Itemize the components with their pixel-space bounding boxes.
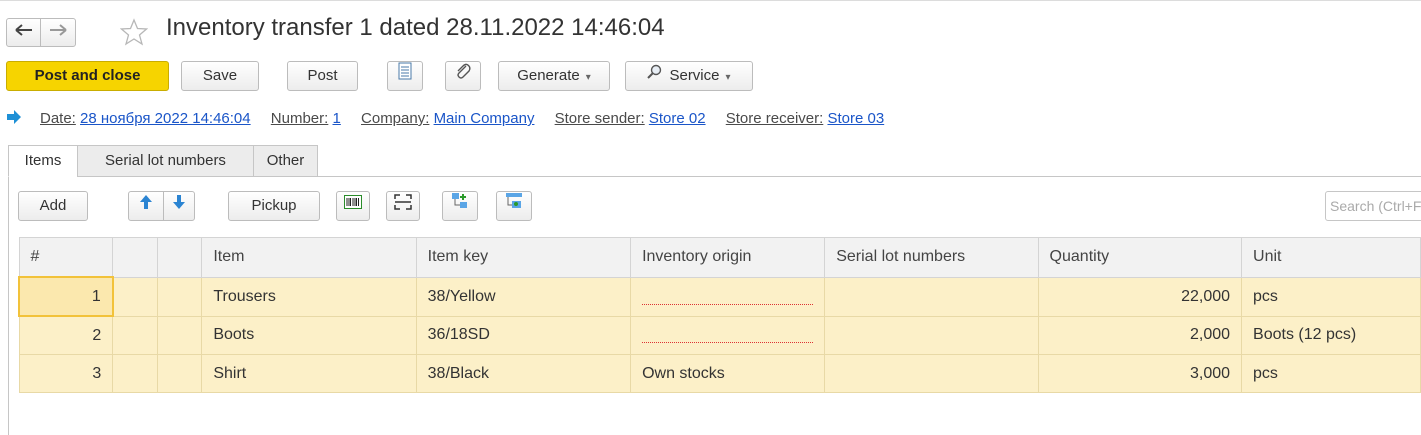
- chevron-down-icon: ▾: [585, 72, 591, 83]
- table-cell[interactable]: [156, 354, 203, 393]
- number-field[interactable]: Number: 1: [271, 110, 341, 127]
- scan-button[interactable]: [386, 191, 420, 221]
- table-header-row: # Item Item key Inventory origin Serial …: [18, 237, 1421, 278]
- table-cell[interactable]: [156, 276, 203, 317]
- barcode-icon: [344, 192, 362, 220]
- tree-view-button[interactable]: [496, 191, 532, 221]
- store-sender-field[interactable]: Store sender: Store 02: [555, 110, 706, 127]
- scan-frame-icon: [394, 192, 412, 220]
- top-border: [0, 0, 1421, 1]
- table-row[interactable]: 2 Boots 36/18SD 2,000 Boots (12 pcs): [18, 315, 1421, 355]
- arrow-right-icon: [49, 19, 67, 47]
- structure-icon: [505, 192, 523, 220]
- tab-other[interactable]: Other: [253, 145, 318, 177]
- column-header[interactable]: Quantity: [1037, 237, 1243, 278]
- store-receiver-field[interactable]: Store receiver: Store 03: [726, 110, 884, 127]
- paperclip-icon: [454, 62, 472, 90]
- attach-button[interactable]: [445, 61, 481, 91]
- tree-add-button[interactable]: [442, 191, 478, 221]
- tab-serial-lot-numbers[interactable]: Serial lot numbers: [77, 145, 254, 177]
- column-header[interactable]: Item key: [415, 237, 632, 278]
- service-button[interactable]: Service ▾: [625, 61, 753, 91]
- quantity-cell[interactable]: 22,000: [1037, 276, 1243, 317]
- unit-cell[interactable]: pcs: [1241, 354, 1421, 393]
- serial-lot-numbers-cell[interactable]: [824, 276, 1039, 317]
- generate-label: Generate: [517, 67, 580, 84]
- move-down-button[interactable]: [163, 191, 195, 221]
- add-button[interactable]: Add: [18, 191, 88, 221]
- column-header[interactable]: Item: [201, 237, 417, 278]
- search-icon: [647, 62, 663, 90]
- date-field[interactable]: Date: 28 ноября 2022 14:46:04: [40, 110, 251, 127]
- quantity-cell[interactable]: 2,000: [1037, 315, 1243, 355]
- pickup-button[interactable]: Pickup: [228, 191, 320, 221]
- table-cell[interactable]: [112, 315, 158, 355]
- row-number-cell[interactable]: 3: [18, 354, 114, 393]
- serial-lot-numbers-cell[interactable]: [824, 315, 1039, 355]
- column-header[interactable]: [112, 237, 158, 278]
- column-header[interactable]: #: [18, 237, 114, 278]
- chevron-down-icon: ▾: [725, 72, 731, 83]
- header-fields: Date: 28 ноября 2022 14:46:04 Number: 1 …: [40, 110, 900, 127]
- column-header[interactable]: Serial lot numbers: [824, 237, 1039, 278]
- structure-add-icon: [451, 192, 469, 220]
- item-key-cell[interactable]: 38/Black: [415, 354, 632, 393]
- post-button[interactable]: Post: [287, 61, 358, 91]
- quantity-cell[interactable]: 3,000: [1037, 354, 1243, 393]
- column-header[interactable]: Unit: [1241, 237, 1421, 278]
- item-cell[interactable]: Shirt: [201, 354, 417, 393]
- table-cell[interactable]: [112, 276, 158, 317]
- report-button[interactable]: [387, 61, 423, 91]
- required-field-marker: [642, 303, 814, 305]
- required-field-marker: [642, 341, 814, 344]
- move-up-button[interactable]: [128, 191, 164, 221]
- items-table: # Item Item key Inventory origin Serial …: [18, 237, 1421, 393]
- page-title: Inventory transfer 1 dated 28.11.2022 14…: [166, 14, 665, 41]
- table-row[interactable]: 1 Trousers 38/Yellow 22,000 pcs: [18, 276, 1421, 317]
- serial-lot-numbers-cell[interactable]: [824, 354, 1039, 393]
- row-number-cell[interactable]: 1: [18, 276, 114, 317]
- company-field[interactable]: Company: Main Company: [361, 110, 534, 127]
- row-number-cell[interactable]: 2: [18, 315, 114, 355]
- unit-cell[interactable]: pcs: [1241, 276, 1421, 317]
- search-input[interactable]: Search (Ctrl+F): [1325, 191, 1421, 221]
- post-and-close-button[interactable]: Post and close: [6, 61, 169, 91]
- header-arrow-icon[interactable]: [6, 109, 22, 125]
- arrow-down-icon: [172, 192, 186, 220]
- table-cell[interactable]: [112, 354, 158, 393]
- service-label: Service: [669, 67, 720, 84]
- tab-items[interactable]: Items: [8, 145, 78, 177]
- inventory-origin-cell[interactable]: [630, 315, 826, 355]
- item-key-cell[interactable]: 36/18SD: [415, 315, 632, 355]
- arrow-up-icon: [139, 192, 153, 220]
- table-cell[interactable]: [156, 315, 203, 355]
- forward-button[interactable]: [40, 18, 76, 47]
- item-key-cell[interactable]: 38/Yellow: [415, 276, 632, 317]
- favorite-star-icon[interactable]: [119, 18, 149, 46]
- unit-cell[interactable]: Boots (12 pcs): [1241, 315, 1421, 355]
- save-button[interactable]: Save: [181, 61, 259, 91]
- item-cell[interactable]: Trousers: [201, 276, 417, 317]
- column-header[interactable]: [156, 237, 203, 278]
- table-row[interactable]: 3 Shirt 38/Black Own stocks 3,000 pcs: [18, 354, 1421, 393]
- arrow-left-icon: [14, 19, 33, 47]
- back-button[interactable]: [6, 18, 41, 47]
- column-header[interactable]: Inventory origin: [630, 237, 826, 278]
- item-cell[interactable]: Boots: [201, 315, 417, 355]
- inventory-origin-cell[interactable]: [630, 276, 826, 317]
- document-list-icon: [398, 62, 412, 90]
- barcode-button[interactable]: [336, 191, 370, 221]
- inventory-origin-cell[interactable]: Own stocks: [630, 354, 826, 393]
- generate-button[interactable]: Generate ▾: [498, 61, 610, 91]
